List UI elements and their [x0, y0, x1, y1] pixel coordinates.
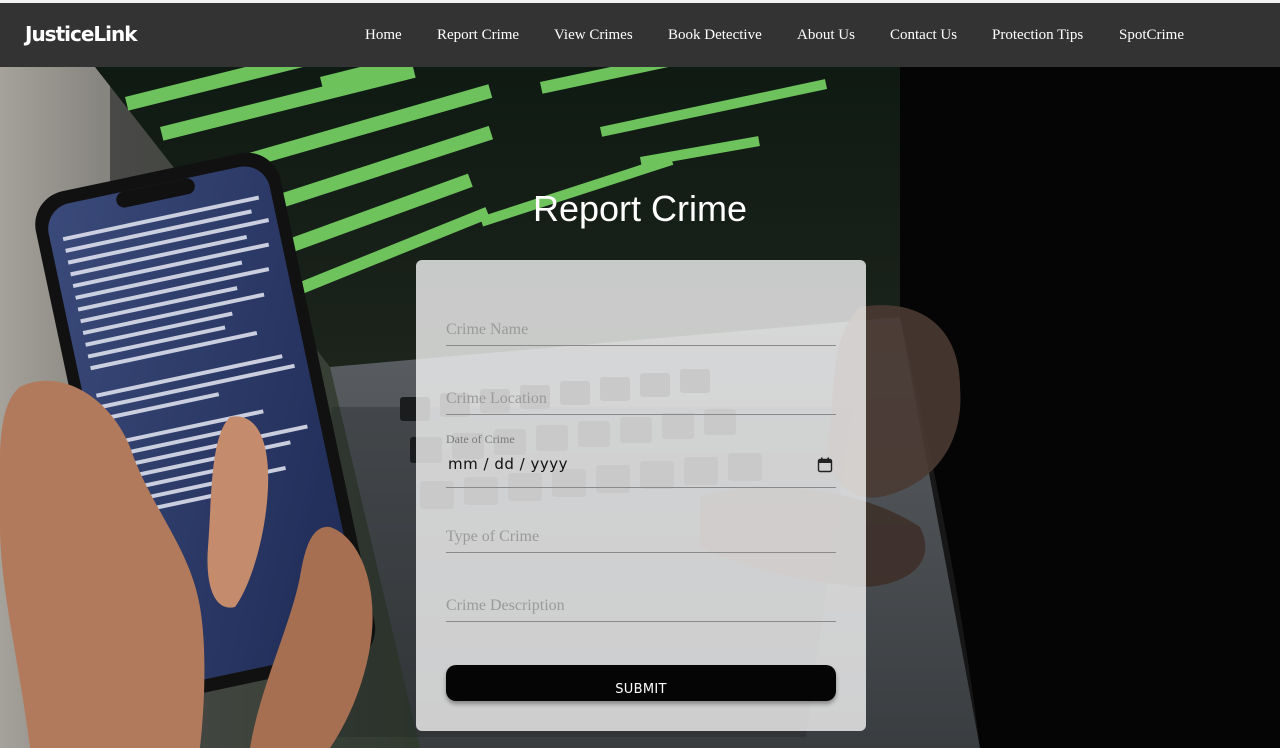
page-title: Report Crime	[532, 188, 748, 229]
nav-book-detective[interactable]: Book Detective	[668, 23, 762, 47]
nav-home[interactable]: Home	[365, 23, 402, 47]
type-of-crime-input[interactable]	[446, 521, 836, 553]
calendar-icon[interactable]	[817, 457, 833, 473]
date-of-crime-input[interactable]: mm / dd / yyyy	[446, 448, 836, 488]
nav-menu: Home Report Crime View Crimes Book Detec…	[0, 23, 1280, 53]
nav-spotcrime[interactable]: SpotCrime	[1119, 23, 1184, 47]
crime-description-input[interactable]	[446, 590, 836, 622]
navbar: JusticeLink Home Report Crime View Crime…	[0, 0, 1280, 67]
report-crime-form: Date of Crime mm / dd / yyyy SUBMIT	[416, 260, 866, 731]
submit-button[interactable]: SUBMIT	[446, 665, 836, 701]
crime-location-input[interactable]	[446, 383, 836, 415]
nav-view-crimes[interactable]: View Crimes	[554, 23, 633, 47]
nav-protection-tips[interactable]: Protection Tips	[992, 23, 1083, 47]
nav-about-us[interactable]: About Us	[797, 23, 855, 47]
nav-contact-us[interactable]: Contact Us	[890, 23, 957, 47]
date-of-crime-value: mm / dd / yyyy	[448, 455, 568, 473]
nav-report-crime[interactable]: Report Crime	[437, 23, 519, 47]
crime-name-input[interactable]	[446, 314, 836, 346]
date-of-crime-label: Date of Crime	[446, 432, 515, 446]
